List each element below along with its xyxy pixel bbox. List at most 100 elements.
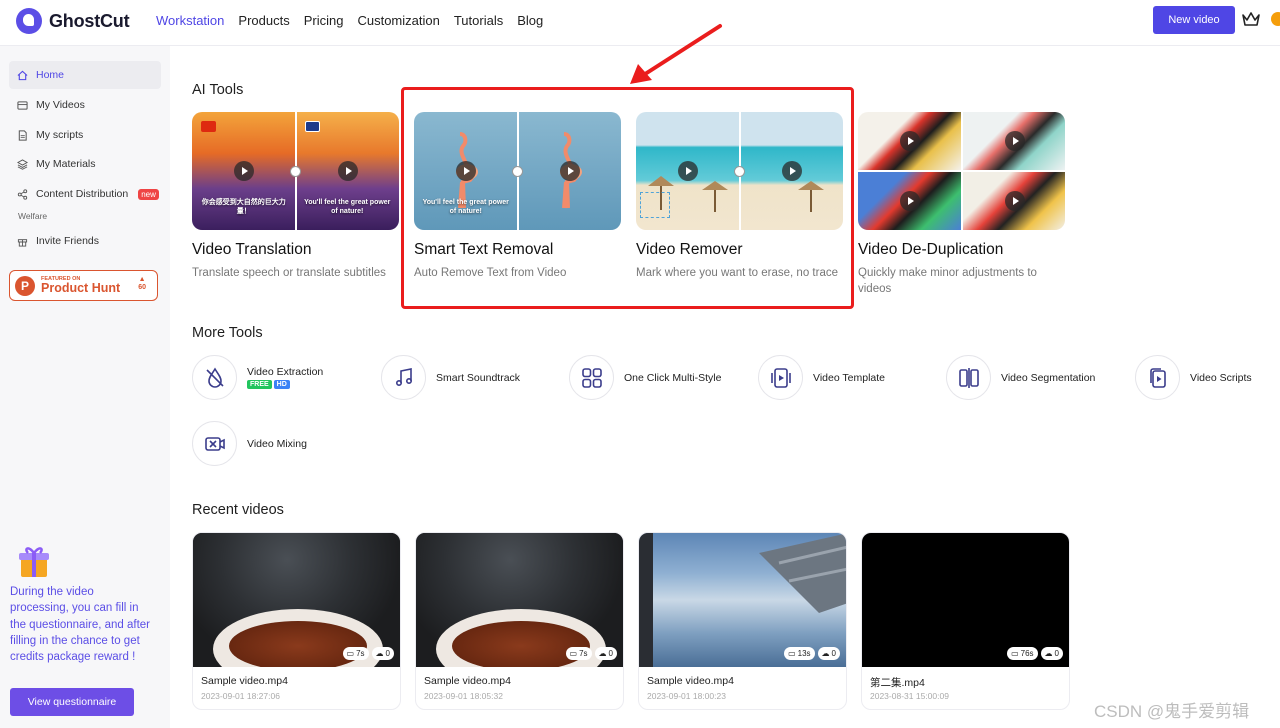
ai-tools-title: AI Tools: [192, 82, 244, 98]
tool-smart-soundtrack[interactable]: Smart Soundtrack: [381, 355, 520, 400]
video-name: 第二集.mp4: [870, 677, 925, 689]
view-questionnaire-button[interactable]: View questionnaire: [10, 688, 134, 716]
tool-video-template[interactable]: Video Template: [758, 355, 885, 400]
sidebar: Home My Videos My scripts My Materials C…: [0, 46, 170, 728]
crown-icon[interactable]: [1241, 10, 1261, 28]
music-note-icon: [395, 367, 412, 386]
product-hunt-votes: ▲ 60: [138, 276, 146, 293]
tool-label: One Click Multi-Style: [624, 371, 722, 384]
tool-one-click-multi-style[interactable]: One Click Multi-Style: [569, 355, 721, 400]
vote-count: 60: [138, 284, 146, 292]
tool-label: Video Mixing: [247, 437, 307, 450]
welfare-section-label: Welfare: [18, 211, 48, 221]
layers-icon: [17, 158, 28, 170]
tool-thumbnail: You'll feel the great power of nature!: [414, 112, 621, 230]
recent-video-card[interactable]: ▭ 13s ☁ 0 Sample video.mp4 2023-09-01 18:0…: [638, 532, 847, 710]
new-video-button[interactable]: New video: [1153, 6, 1235, 34]
video-name: Sample video.mp4: [647, 675, 734, 687]
sidebar-item-label: Home: [36, 69, 65, 81]
product-hunt-badge[interactable]: P FEATURED ON Product Hunt ▲ 60: [9, 270, 158, 301]
tool-video-segmentation[interactable]: Video Segmentation: [946, 355, 1095, 400]
cloud-icon: ☁: [1044, 649, 1053, 658]
uk-flag-icon: [304, 121, 320, 132]
airplane-wing-image: [759, 533, 846, 613]
more-tools-title: More Tools: [192, 325, 263, 341]
tool-video-extraction[interactable]: Video Extraction FREE HD: [192, 355, 323, 400]
umbrella-image: [702, 181, 728, 212]
tool-name: Smart Text Removal: [414, 241, 554, 258]
nav-products[interactable]: Products: [238, 13, 289, 28]
upvote-arrow-icon: ▲: [138, 276, 146, 283]
droplet-slash-icon: [205, 366, 224, 388]
template-icon: [770, 367, 791, 388]
video-thumbnail: ▭ 13s ☁ 0: [639, 533, 846, 667]
questionnaire-promo-text: During the video processing, you can fil…: [10, 586, 151, 664]
brand-name: GhostCut: [49, 10, 130, 31]
tool-card-video-translation[interactable]: 你会感受到大自然的巨大力量！ You'll feel the great pow…: [192, 112, 399, 281]
share-count-badge: ☁ 0: [371, 647, 394, 660]
nav-customization[interactable]: Customization: [357, 13, 439, 28]
sidebar-item-my-scripts[interactable]: My scripts: [9, 121, 161, 149]
tool-thumbnail: [636, 112, 843, 230]
free-badge: FREE: [247, 380, 272, 389]
sidebar-item-label: Content Distribution: [36, 188, 129, 200]
video-name: Sample video.mp4: [201, 675, 288, 687]
share-count-badge: ☁ 0: [817, 647, 840, 660]
compare-handle-icon: [512, 166, 523, 177]
video-timestamp: 2023-09-01 18:05:32: [424, 691, 503, 701]
duration-badge: ▭ 13s: [784, 647, 815, 660]
nav-workstation[interactable]: Workstation: [156, 13, 224, 28]
play-icon: [900, 131, 920, 151]
segment-icon: [958, 367, 979, 388]
tool-video-mixing[interactable]: Video Mixing: [192, 421, 307, 466]
tool-name: Video Remover: [636, 241, 743, 258]
tool-card-smart-text-removal[interactable]: You'll feel the great power of nature! S…: [414, 112, 621, 281]
product-hunt-name: Product Hunt: [41, 281, 121, 295]
recent-video-card[interactable]: ▭ 76s ☁ 0 第二集.mp4 2023-08-31 15:00:09: [861, 532, 1070, 710]
grid-icon: [581, 367, 602, 388]
sidebar-item-label: My Materials: [36, 158, 96, 170]
share-count-badge: ☁ 0: [1040, 647, 1063, 660]
nav-blog[interactable]: Blog: [517, 13, 543, 28]
recent-video-card[interactable]: ▭ 7s ☁ 0 Sample video.mp4 2023-09-01 18:27…: [192, 532, 401, 710]
share-count-badge: ☁ 0: [594, 647, 617, 660]
umbrella-image: [797, 181, 824, 212]
tool-name: Video Translation: [192, 241, 312, 258]
duration-badge: ▭ 7s: [565, 647, 592, 660]
recent-video-card[interactable]: ▭ 7s ☁ 0 Sample video.mp4 2023-09-01 18:05…: [415, 532, 624, 710]
compare-handle-icon: [734, 166, 745, 177]
sidebar-item-my-materials[interactable]: My Materials: [9, 150, 161, 178]
user-avatar[interactable]: [1271, 12, 1280, 26]
tool-card-video-remover[interactable]: Video Remover Mark where you want to era…: [636, 112, 843, 281]
tool-description: Auto Remove Text from Video: [414, 267, 567, 279]
camera-icon: ▭: [1011, 649, 1019, 658]
tool-description: Mark where you want to erase, no trace: [636, 267, 838, 279]
sidebar-item-my-videos[interactable]: My Videos: [9, 91, 161, 119]
play-icon: [337, 161, 358, 181]
tool-card-video-de-duplication[interactable]: Video De-Duplication Quickly make minor …: [858, 112, 1065, 297]
recent-videos-title: Recent videos: [192, 502, 284, 518]
camera-icon: ▭: [788, 649, 796, 658]
home-icon: [17, 70, 28, 80]
video-thumbnail: ▭ 76s ☁ 0: [862, 533, 1069, 667]
gift-box-icon: [19, 547, 49, 577]
duration-badge: ▭ 7s: [342, 647, 369, 660]
sidebar-item-invite-friends[interactable]: Invite Friends: [9, 227, 161, 255]
tool-thumbnail: 你会感受到大自然的巨大力量！ You'll feel the great pow…: [192, 112, 399, 230]
brand-logo[interactable]: GhostCut: [16, 8, 130, 34]
hd-badge: HD: [273, 380, 290, 389]
tool-video-scripts[interactable]: Video Scripts: [1135, 355, 1252, 400]
compare-handle-icon: [290, 166, 301, 177]
ghost-logo-icon: [16, 8, 42, 34]
sidebar-item-home[interactable]: Home: [9, 61, 161, 89]
new-badge: new: [138, 188, 159, 200]
csdn-watermark: CSDN @鬼手爱剪辑: [1094, 702, 1250, 721]
sidebar-item-content-distribution[interactable]: Content Distribution new: [9, 180, 161, 208]
product-hunt-icon: P: [15, 275, 35, 296]
nav-pricing[interactable]: Pricing: [304, 13, 344, 28]
play-icon: [678, 161, 698, 181]
china-flag-icon: [201, 121, 216, 132]
tool-thumbnail: [858, 112, 1065, 230]
play-icon: [900, 191, 920, 211]
nav-tutorials[interactable]: Tutorials: [454, 13, 503, 28]
